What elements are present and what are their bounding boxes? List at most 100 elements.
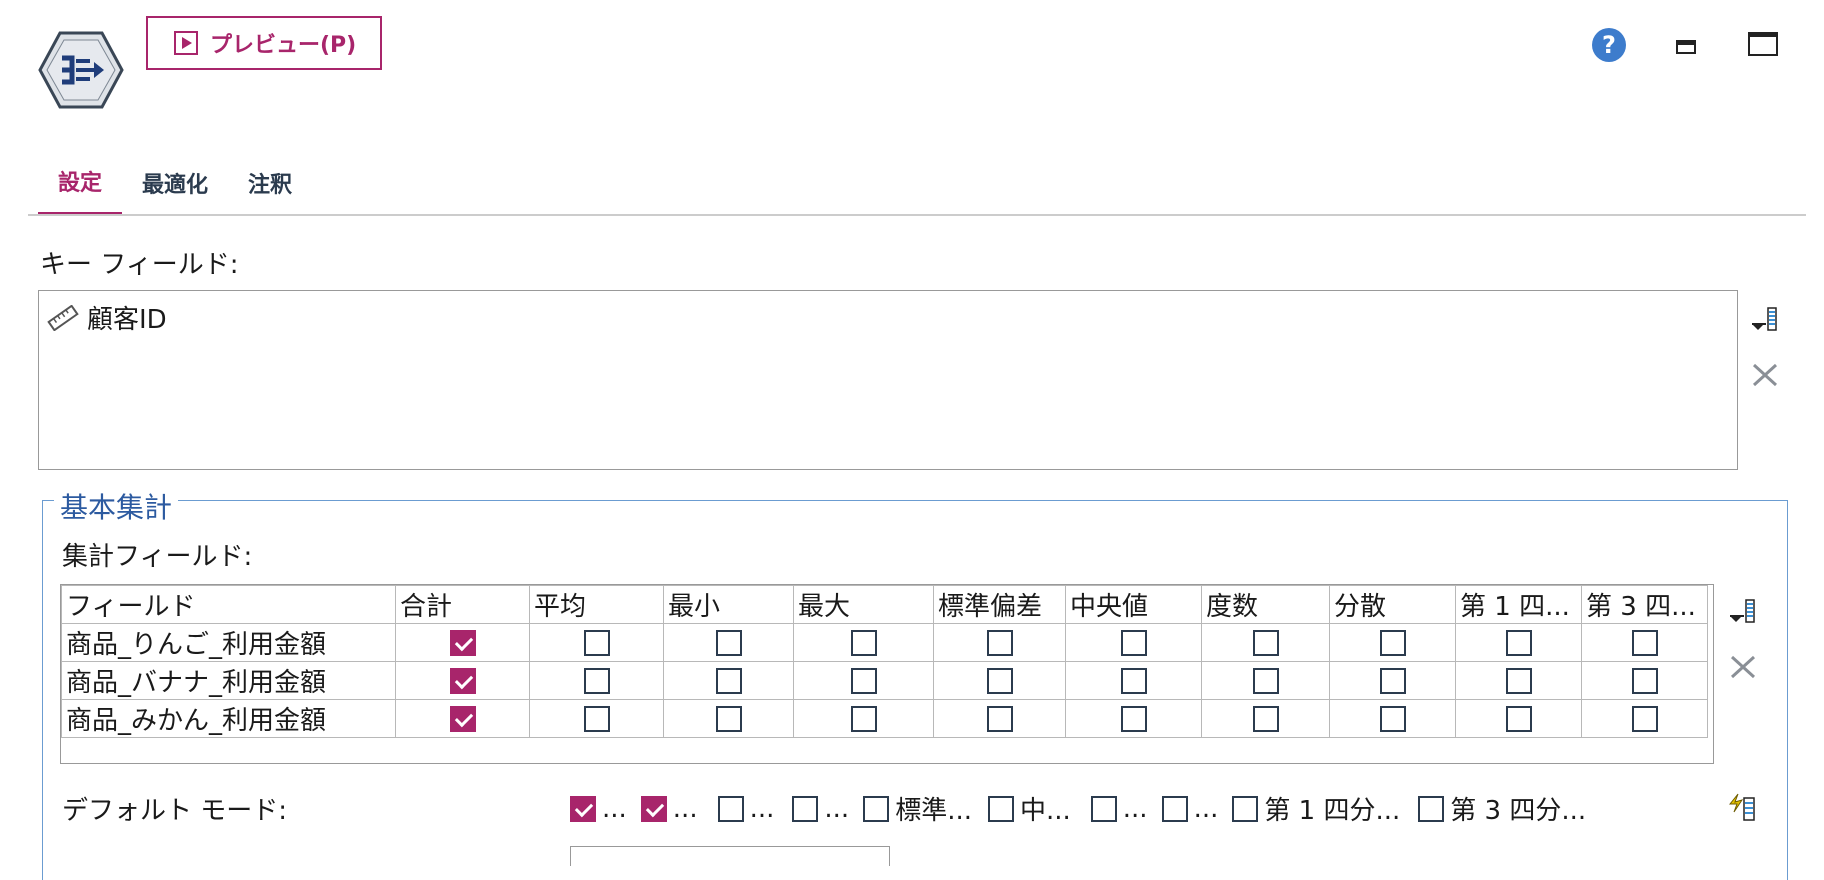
stat-checkbox[interactable] <box>1252 630 1279 656</box>
stat-checkbox[interactable] <box>449 630 476 656</box>
stat-checkbox[interactable] <box>1252 706 1279 732</box>
stat-checkbox[interactable] <box>850 668 877 694</box>
stat-cell <box>1455 661 1582 700</box>
stat-cell <box>529 623 664 662</box>
empty-row <box>62 738 1708 779</box>
tab-annotations[interactable]: 注釈 <box>228 150 312 216</box>
column-header[interactable]: フィールド <box>61 585 396 624</box>
stat-checkbox[interactable] <box>449 706 476 732</box>
stat-checkbox[interactable] <box>449 668 476 694</box>
stat-cell <box>933 699 1066 738</box>
default-mode-checkbox[interactable] <box>717 795 744 822</box>
default-mode-value-input[interactable] <box>570 846 890 866</box>
field-picker-icon[interactable] <box>1750 304 1780 334</box>
column-header[interactable]: 合計 <box>395 585 530 624</box>
apply-to-all-icon[interactable] <box>1726 790 1760 822</box>
default-mode-checkbox[interactable] <box>863 795 890 822</box>
default-mode-checkbox[interactable] <box>792 795 819 822</box>
default-mode-checkbox[interactable] <box>640 795 667 822</box>
stat-checkbox[interactable] <box>1379 706 1406 732</box>
stat-checkbox[interactable] <box>1631 668 1658 694</box>
stat-checkbox[interactable] <box>1120 706 1147 732</box>
stat-checkbox[interactable] <box>986 630 1013 656</box>
stat-checkbox[interactable] <box>583 706 610 732</box>
play-icon <box>174 31 198 55</box>
default-mode-checkbox[interactable] <box>987 795 1014 822</box>
table-row[interactable]: 商品_りんご_利用金額 <box>61 623 1708 662</box>
stat-checkbox[interactable] <box>715 706 742 732</box>
stat-cell <box>395 699 530 738</box>
default-mode-option[interactable]: 標準... <box>863 790 972 827</box>
stat-cell <box>663 623 794 662</box>
stat-cell <box>1065 623 1202 662</box>
column-header[interactable]: 最大 <box>793 585 934 624</box>
stat-checkbox[interactable] <box>986 668 1013 694</box>
stat-cell <box>1065 661 1202 700</box>
column-header[interactable]: 第 3 四... <box>1581 585 1708 624</box>
default-mode-checkbox[interactable] <box>570 795 596 822</box>
stat-checkbox[interactable] <box>850 630 877 656</box>
remove-icon[interactable] <box>1750 360 1780 390</box>
column-header[interactable]: 分散 <box>1329 585 1456 624</box>
stat-checkbox[interactable] <box>583 668 610 694</box>
list-item[interactable]: 顧客ID <box>47 299 167 336</box>
default-mode-option[interactable]: ... <box>1090 794 1148 824</box>
stat-cell <box>1581 699 1708 738</box>
tab-optimization[interactable]: 最適化 <box>122 150 228 216</box>
default-mode-checkbox[interactable] <box>1232 795 1259 822</box>
tab-settings[interactable]: 設定 <box>38 150 123 216</box>
stat-cell <box>1201 699 1330 738</box>
table-row[interactable]: 商品_バナナ_利用金額 <box>61 661 1708 700</box>
stat-checkbox[interactable] <box>1505 630 1532 656</box>
default-mode-option-label: ... <box>749 793 775 824</box>
stat-checkbox[interactable] <box>850 706 877 732</box>
default-mode-option[interactable]: 第 3 四分... <box>1418 790 1586 827</box>
key-fields-list[interactable]: 顧客ID <box>38 290 1738 470</box>
stat-checkbox[interactable] <box>1631 630 1658 656</box>
column-header[interactable]: 第 1 四... <box>1455 585 1582 624</box>
stat-cell <box>1201 661 1330 700</box>
stat-checkbox[interactable] <box>1379 668 1406 694</box>
stat-cell <box>395 623 530 662</box>
column-header[interactable]: 標準偏差 <box>933 585 1066 624</box>
column-header[interactable]: 平均 <box>529 585 664 624</box>
minimize-icon[interactable] <box>1676 40 1696 54</box>
stat-cell <box>1065 699 1202 738</box>
default-mode-option[interactable]: 第 1 四分... <box>1232 790 1400 827</box>
stat-checkbox[interactable] <box>1505 706 1532 732</box>
maximize-icon[interactable] <box>1748 32 1778 56</box>
default-mode-checkbox[interactable] <box>1090 795 1117 822</box>
stat-checkbox[interactable] <box>1120 630 1147 656</box>
column-header[interactable]: 度数 <box>1201 585 1330 624</box>
stat-checkbox[interactable] <box>986 706 1013 732</box>
default-mode-option[interactable]: ... <box>792 794 849 824</box>
stat-checkbox[interactable] <box>583 630 610 656</box>
default-mode-checkbox[interactable] <box>1161 795 1188 822</box>
stat-checkbox[interactable] <box>1252 668 1279 694</box>
stat-checkbox[interactable] <box>1120 668 1147 694</box>
help-icon[interactable]: ? <box>1592 28 1626 62</box>
stat-checkbox[interactable] <box>1379 630 1406 656</box>
stat-cell <box>1455 699 1582 738</box>
default-mode-option[interactable]: ... <box>570 794 627 824</box>
stat-cell <box>663 699 794 738</box>
preview-button[interactable]: プレビュー(P) <box>146 16 382 70</box>
stat-cell <box>1201 623 1330 662</box>
stat-cell <box>793 623 934 662</box>
default-mode-option-label: ... <box>602 793 627 824</box>
stat-checkbox[interactable] <box>715 668 742 694</box>
field-picker-icon[interactable] <box>1728 596 1758 626</box>
table-row[interactable]: 商品_みかん_利用金額 <box>61 699 1708 738</box>
column-header[interactable]: 中央値 <box>1065 585 1202 624</box>
remove-icon[interactable] <box>1728 652 1758 682</box>
tab-bar: 設定 最適化 注釈 <box>38 150 312 216</box>
column-header[interactable]: 最小 <box>663 585 794 624</box>
default-mode-option[interactable]: ... <box>717 793 775 824</box>
stat-checkbox[interactable] <box>715 630 742 656</box>
stat-checkbox[interactable] <box>1505 668 1532 694</box>
stat-checkbox[interactable] <box>1631 706 1658 732</box>
default-mode-checkbox[interactable] <box>1418 795 1445 822</box>
default-mode-option[interactable]: 中... <box>987 790 1071 827</box>
default-mode-option[interactable]: ... <box>640 794 698 824</box>
default-mode-option[interactable]: ... <box>1161 794 1218 824</box>
